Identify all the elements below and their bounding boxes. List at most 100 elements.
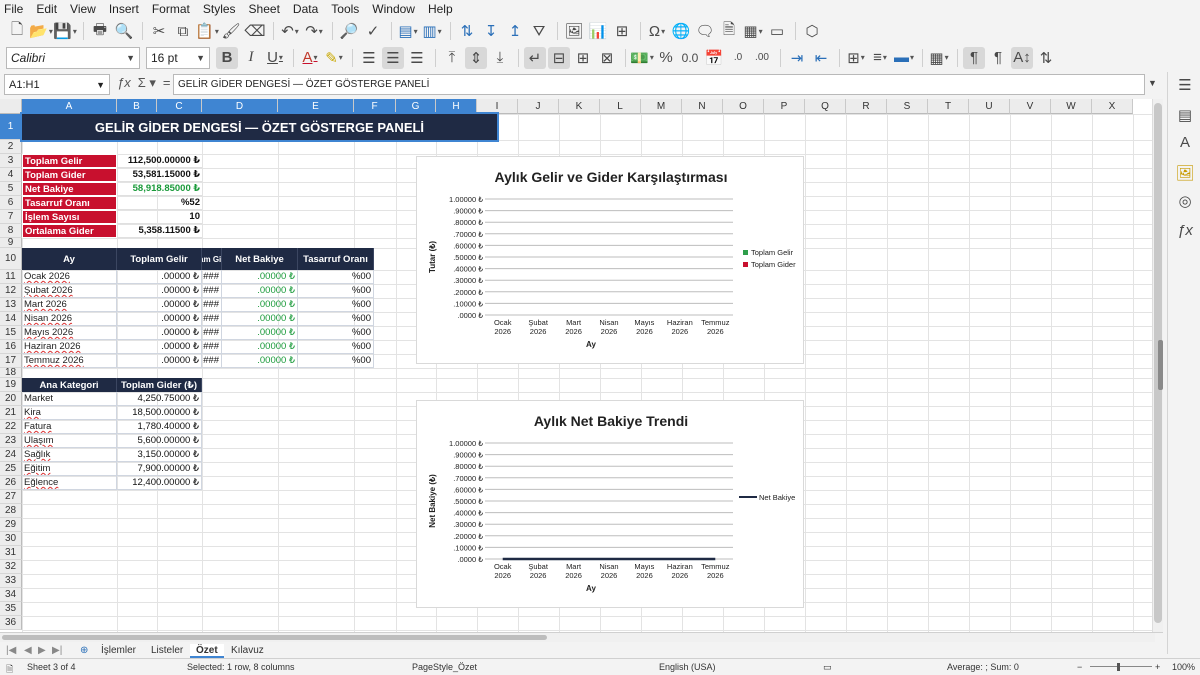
column-header-q[interactable]: Q <box>805 99 846 114</box>
monthly-value-cell[interactable]: .00000 ₺ <box>222 340 298 354</box>
dashboard-title-cell[interactable]: GELİR GİDER DENGESİ — ÖZET GÖSTERGE PANE… <box>20 112 499 142</box>
row-header-34[interactable]: 34 <box>0 588 22 602</box>
open-folder-icon[interactable]: 📂 <box>29 20 52 42</box>
monthly-value-cell[interactable]: %00 <box>298 284 374 298</box>
select-all-corner[interactable] <box>0 99 22 114</box>
column-header-v[interactable]: V <box>1010 99 1051 114</box>
column-header-g[interactable]: G <box>396 99 436 114</box>
increase-indent-icon[interactable]: ⇥ <box>786 47 808 69</box>
row-header-16[interactable]: 16 <box>0 340 22 354</box>
horizontal-scroll-thumb[interactable] <box>2 635 547 640</box>
formula-icon[interactable]: = <box>163 75 171 91</box>
undo-icon[interactable]: ↶ <box>279 20 301 42</box>
sum-icon[interactable]: Σ ▾ <box>138 75 156 91</box>
monthly-value-cell[interactable]: %00 <box>298 354 374 368</box>
monthly-value-cell[interactable]: .00000 ₺ <box>117 270 202 284</box>
date-format-icon[interactable]: 📅 <box>703 47 725 69</box>
border-color-icon[interactable]: ▬ <box>893 47 915 69</box>
menu-view[interactable]: View <box>70 2 96 16</box>
highlight-color-icon[interactable]: ✎ <box>323 47 345 69</box>
month-name-cell[interactable]: Haziran 2026 <box>22 340 117 354</box>
category-name-cell[interactable]: Sağlık <box>22 448 117 462</box>
row-header-8[interactable]: 8 <box>0 224 22 238</box>
number-format-icon[interactable]: 0.0 <box>679 47 701 69</box>
month-name-cell[interactable]: Ocak 2026 <box>22 270 117 284</box>
column-header-t[interactable]: T <box>928 99 969 114</box>
category-amount-cell[interactable]: 3,150.00000 ₺ <box>117 448 202 462</box>
last-sheet-icon[interactable]: ▶| <box>52 645 62 656</box>
row-header-6[interactable]: 6 <box>0 196 22 210</box>
month-name-cell[interactable]: Mart 2026 <box>22 298 117 312</box>
column-header-j[interactable]: J <box>518 99 559 114</box>
monthly-value-cell[interactable]: .00000 ₺ <box>117 312 202 326</box>
sheet-tab-2[interactable]: Listeler <box>145 644 189 658</box>
income-expense-chart[interactable]: Aylık Gelir ve Gider Karşılaştırması .000… <box>416 156 804 364</box>
add-sheet-icon[interactable]: ⊕ <box>80 645 88 656</box>
menu-tools[interactable]: Tools <box>331 2 359 16</box>
row-header-13[interactable]: 13 <box>0 298 22 312</box>
monthly-value-cell[interactable]: .00000 ₺ <box>222 298 298 312</box>
row-header-1[interactable]: 1 <box>0 114 22 140</box>
summary-value[interactable]: 112,500.00000 ₺ <box>117 154 202 168</box>
define-print-area-icon[interactable]: ▦ <box>742 20 764 42</box>
row-header-10[interactable]: 10 <box>0 248 22 270</box>
column-header-e[interactable]: E <box>278 99 354 114</box>
summary-label[interactable]: Tasarruf Oranı <box>22 196 117 210</box>
column-header-m[interactable]: M <box>641 99 682 114</box>
border-style-icon[interactable]: ≡ <box>869 47 891 69</box>
menu-data[interactable]: Data <box>293 2 318 16</box>
monthly-value-cell[interactable]: ### <box>202 312 222 326</box>
text-direction-rtl-icon[interactable]: ¶ <box>987 47 1009 69</box>
sort-ascending-icon[interactable]: ↧ <box>480 20 502 42</box>
monthly-value-cell[interactable]: .00000 ₺ <box>117 354 202 368</box>
row-header-27[interactable]: 27 <box>0 490 22 504</box>
summary-value[interactable]: 53,581.15000 ₺ <box>117 168 202 182</box>
previous-sheet-icon[interactable]: ◀ <box>24 645 32 656</box>
row-header-26[interactable]: 26 <box>0 476 22 490</box>
column-icon[interactable]: ▥ <box>421 20 443 42</box>
insert-chart-icon[interactable]: 📊 <box>587 20 609 42</box>
menu-edit[interactable]: Edit <box>36 2 57 16</box>
decrease-indent-icon[interactable]: ⇤ <box>810 47 832 69</box>
name-box[interactable]: A1:H1 ▼ <box>4 74 110 95</box>
column-header-u[interactable]: U <box>969 99 1010 114</box>
first-sheet-icon[interactable]: |◀ <box>6 645 16 656</box>
align-top-icon[interactable]: ⤒ <box>441 47 463 69</box>
summary-label[interactable]: Toplam Gider <box>22 168 117 182</box>
zoom-slider[interactable] <box>1090 666 1152 667</box>
sheet-tab-1[interactable]: İşlemler <box>95 644 142 658</box>
sort-icon[interactable]: ⇅ <box>456 20 478 42</box>
add-decimal-icon[interactable]: .0 <box>727 47 749 69</box>
row-header-30[interactable]: 30 <box>0 532 22 546</box>
align-bottom-icon[interactable]: ⤓ <box>489 47 511 69</box>
category-header[interactable]: Toplam Gider (₺) <box>117 378 202 392</box>
sheet-grid[interactable]: ABCDEFGHIJKLMNOPQRSTUVWX 1 2 3 4 5 6 7 8 9 10 11 12… <box>0 99 1163 632</box>
column-header-n[interactable]: N <box>682 99 723 114</box>
wrap-text-icon[interactable]: ↵ <box>524 46 546 69</box>
row-header-15[interactable]: 15 <box>0 326 22 340</box>
summary-value[interactable]: 10 <box>117 210 202 224</box>
column-header-i[interactable]: I <box>477 99 518 114</box>
align-center-icon[interactable]: ☰ <box>382 46 404 69</box>
category-name-cell[interactable]: Eğlence <box>22 476 117 490</box>
row-header-5[interactable]: 5 <box>0 182 22 196</box>
hyperlink-icon[interactable]: 🌐 <box>670 20 692 42</box>
monthly-value-cell[interactable]: .00000 ₺ <box>117 326 202 340</box>
row-header-11[interactable]: 11 <box>0 270 22 284</box>
monthly-value-cell[interactable]: ### <box>202 326 222 340</box>
print-preview-icon[interactable]: 🔍 <box>113 20 135 42</box>
insert-image-icon[interactable]: 🖼 <box>563 20 585 42</box>
underline-icon[interactable]: U <box>264 47 286 69</box>
header-footer-icon[interactable]: 🗎 <box>718 20 740 42</box>
category-amount-cell[interactable]: 5,600.00000 ₺ <box>117 434 202 448</box>
unmerge-cells-icon[interactable]: ⊠ <box>596 47 618 69</box>
font-size-combo[interactable]: 16 pt ▼ <box>146 46 210 69</box>
column-header-c[interactable]: C <box>157 99 202 114</box>
row-header-36[interactable]: 36 <box>0 616 22 630</box>
monthly-value-cell[interactable]: .00000 ₺ <box>222 326 298 340</box>
summary-label[interactable]: Ortalama Gider <box>22 224 117 238</box>
row-header-4[interactable]: 4 <box>0 168 22 182</box>
sort-descending-icon[interactable]: ↥ <box>504 20 526 42</box>
row-header-24[interactable]: 24 <box>0 448 22 462</box>
category-name-cell[interactable]: Eğitim <box>22 462 117 476</box>
